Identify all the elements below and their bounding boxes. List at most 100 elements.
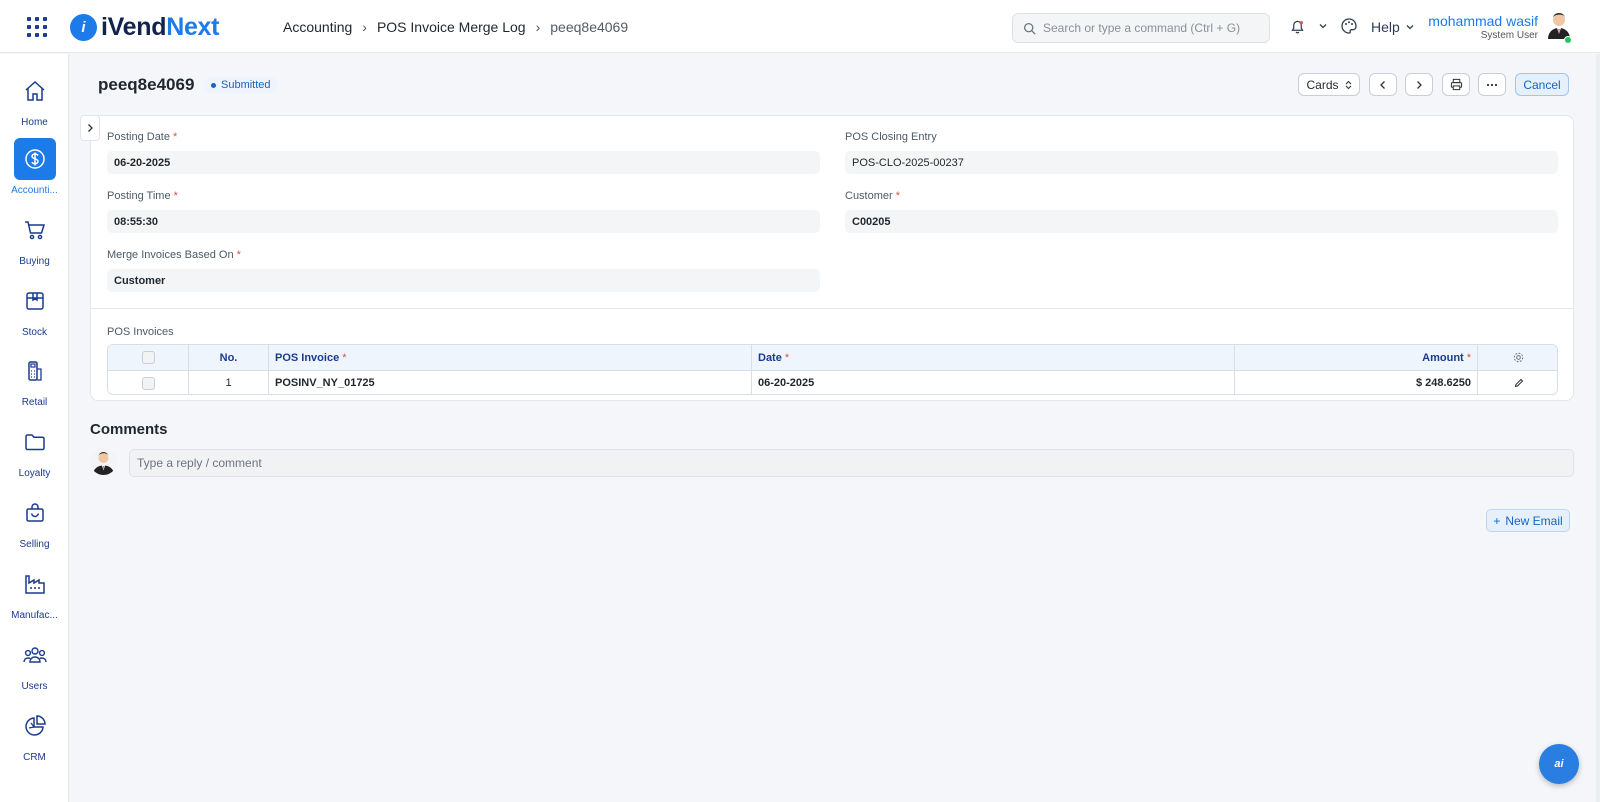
app-logo[interactable]: i iVendNext <box>70 13 219 42</box>
sidebar-item-label: Stock <box>21 327 47 338</box>
sidebar-item-accounting[interactable]: Accounti... <box>0 138 69 202</box>
ai-assistant-button[interactable]: ai <box>1539 744 1579 784</box>
row-date-cell[interactable]: 06-20-2025 <box>752 371 1235 394</box>
user-role: System User <box>1480 30 1538 41</box>
row-pos-invoice-cell[interactable]: POSINV_NY_01725 <box>269 371 752 394</box>
sidebar-item-home[interactable]: Home <box>0 70 69 134</box>
settings-gear-icon[interactable] <box>1513 352 1524 363</box>
user-avatar[interactable] <box>1546 11 1572 39</box>
scrollbar[interactable] <box>1596 54 1600 802</box>
table-row[interactable]: 1 POSINV_NY_01725 06-20-2025 $ 248.6250 <box>108 371 1557 394</box>
comments-heading: Comments <box>90 421 168 438</box>
search-input[interactable] <box>1043 21 1263 35</box>
dollar-icon <box>13 138 56 180</box>
top-navbar: i iVendNext Accounting › POS Invoice Mer… <box>0 0 1600 53</box>
row-select-cell <box>108 371 189 394</box>
app-grid-icon[interactable] <box>27 17 47 37</box>
merge-based-on-select[interactable]: Customer <box>107 269 820 292</box>
search-icon <box>1023 22 1036 35</box>
status-label: Submitted <box>221 79 271 91</box>
breadcrumb-accounting[interactable]: Accounting <box>283 19 352 35</box>
breadcrumb: Accounting › POS Invoice Merge Log › pee… <box>283 19 628 35</box>
cancel-button[interactable]: Cancel <box>1515 73 1569 96</box>
select-all-checkbox[interactable] <box>141 351 155 364</box>
next-doc-button[interactable] <box>1405 73 1433 96</box>
new-email-label: New Email <box>1505 513 1563 528</box>
theme-palette-icon[interactable] <box>1340 17 1358 35</box>
notification-dropdown-chevron-icon[interactable] <box>1318 21 1328 31</box>
row-no-cell: 1 <box>189 371 269 394</box>
online-status-indicator <box>1564 36 1572 44</box>
new-email-button[interactable]: + New Email <box>1486 509 1570 532</box>
sidebar-item-selling[interactable]: Selling <box>0 492 69 556</box>
brand-suffix: Next <box>166 13 220 41</box>
logo-mark-icon: i <box>70 14 97 41</box>
more-horizontal-icon <box>1486 83 1498 86</box>
column-settings-cell[interactable] <box>1478 345 1557 370</box>
search-bar[interactable] <box>1012 13 1270 43</box>
comment-input[interactable] <box>129 449 1574 477</box>
customer-field[interactable]: C00205 <box>845 210 1558 233</box>
view-selector-button[interactable]: Cards <box>1298 73 1360 96</box>
customer-label: Customer * <box>845 190 901 202</box>
sidebar-item-label: Buying <box>19 256 50 267</box>
column-header-pos-invoice: POS Invoice * <box>269 345 752 370</box>
previous-doc-button[interactable] <box>1369 73 1397 96</box>
posting-time-label: Posting Time * <box>107 190 178 202</box>
table-header-row: No. POS Invoice * Date * Amount * <box>108 345 1557 371</box>
notification-bell-icon[interactable] <box>1290 19 1305 35</box>
shopping-bag-icon <box>14 492 56 534</box>
up-down-chevron-icon <box>1345 80 1351 89</box>
home-icon <box>14 70 56 112</box>
sidebar-item-label: Loyalty <box>18 468 51 479</box>
pencil-edit-icon[interactable] <box>1514 378 1524 388</box>
view-selector-label: Cards <box>1306 77 1339 92</box>
pos-closing-entry-label: POS Closing Entry <box>845 131 937 143</box>
commenter-avatar <box>90 448 117 475</box>
print-button[interactable] <box>1442 73 1470 96</box>
posting-time-field[interactable]: 08:55:30 <box>107 210 820 233</box>
page-title: peeq8e4069 <box>98 75 195 94</box>
sidebar-item-buying[interactable]: Buying <box>0 209 69 273</box>
chevron-right-icon: › <box>362 19 367 35</box>
breadcrumb-current-doc[interactable]: peeq8e4069 <box>550 19 628 35</box>
posting-date-label: Posting Date * <box>107 131 178 143</box>
pie-chart-icon <box>14 705 56 747</box>
sidebar-item-manufacturing[interactable]: Manufac... <box>0 563 69 627</box>
ai-icon: ai <box>1554 758 1564 770</box>
sidebar-item-label: Home <box>21 117 48 128</box>
plus-icon: + <box>1493 513 1501 528</box>
breadcrumb-pos-invoice-merge-log[interactable]: POS Invoice Merge Log <box>377 19 526 35</box>
sidebar-item-retail[interactable]: Retail <box>0 350 69 414</box>
chevron-right-icon <box>88 124 93 132</box>
column-header-date: Date * <box>752 345 1235 370</box>
chevron-down-icon <box>1406 25 1414 30</box>
posting-date-field[interactable]: 06-20-2025 <box>107 151 820 174</box>
pos-invoices-section-label: POS Invoices <box>107 326 174 338</box>
folder-icon <box>14 421 56 463</box>
row-amount-cell[interactable]: $ 248.6250 <box>1235 371 1478 394</box>
factory-icon <box>14 563 56 605</box>
sidebar-toggle-button[interactable] <box>80 115 100 141</box>
brand-prefix: iVend <box>101 13 167 41</box>
cart-icon <box>14 209 56 251</box>
sidebar-item-users[interactable]: Users <box>0 634 69 698</box>
user-menu[interactable]: mohammad wasif System User <box>1428 13 1538 41</box>
pos-closing-entry-field[interactable]: POS-CLO-2025-00237 <box>845 151 1558 174</box>
row-checkbox[interactable] <box>141 376 155 390</box>
sidebar-item-label: Retail <box>21 397 48 408</box>
chevron-right-icon <box>1417 80 1422 89</box>
sidebar-item-crm[interactable]: CRM <box>0 705 69 769</box>
help-menu[interactable]: Help <box>1371 19 1415 35</box>
chevron-left-icon <box>1380 80 1385 89</box>
sidebar-item-label: CRM <box>23 752 46 763</box>
row-edit-cell[interactable] <box>1478 371 1557 394</box>
user-name: mohammad wasif <box>1428 13 1538 29</box>
box-icon <box>14 280 56 322</box>
sidebar-item-stock[interactable]: Stock <box>0 280 69 344</box>
more-actions-button[interactable] <box>1478 73 1506 96</box>
section-divider <box>90 308 1574 309</box>
status-badge: Submitted <box>204 77 278 93</box>
column-header-no: No. <box>189 345 269 370</box>
sidebar-item-loyalty[interactable]: Loyalty <box>0 421 69 485</box>
